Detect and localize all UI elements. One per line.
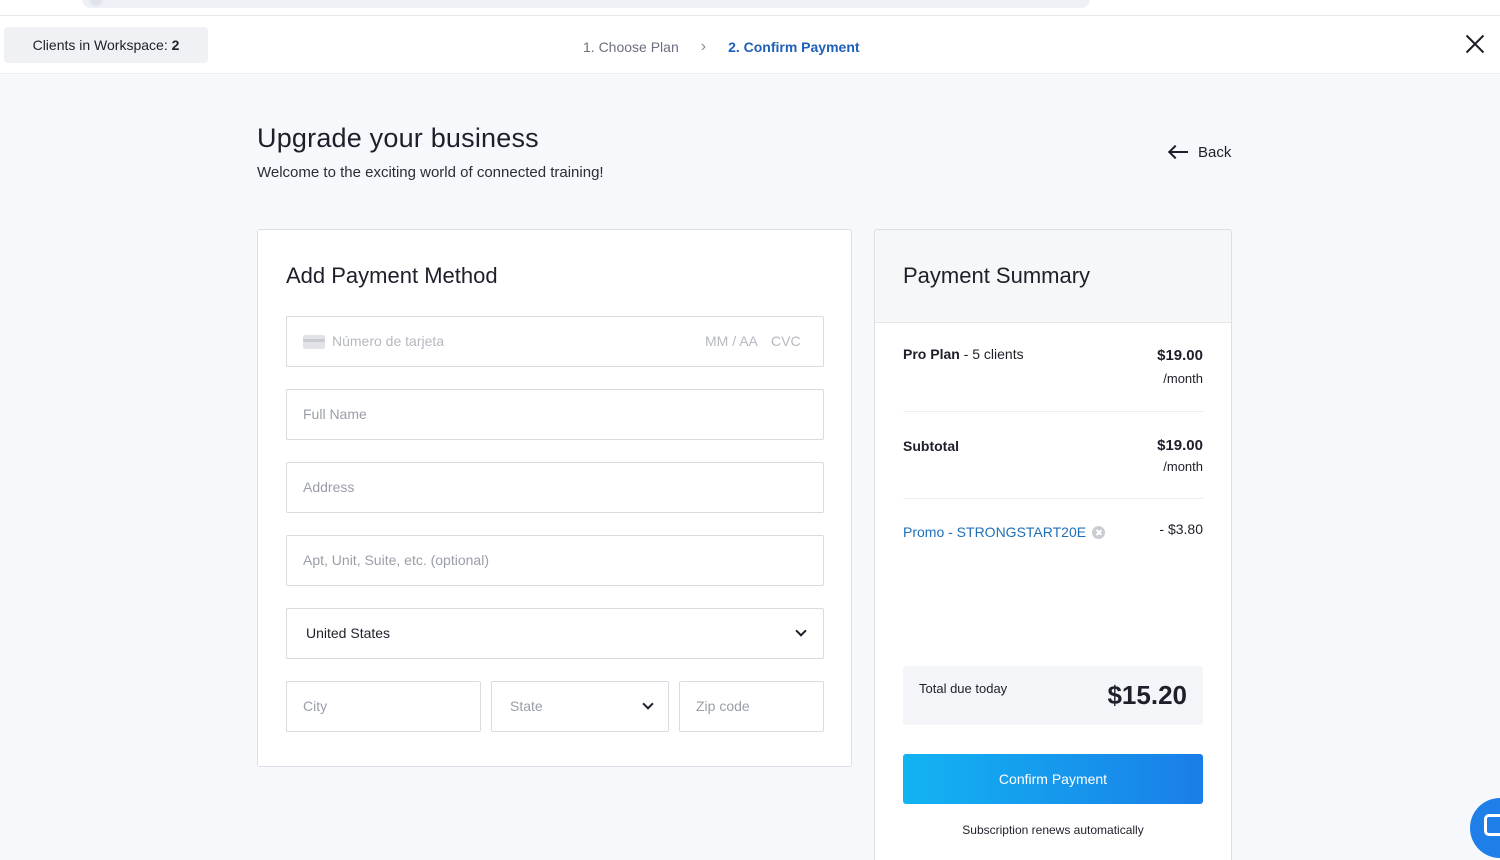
promo-label: Promo - STRONGSTART20E [903,524,1087,540]
subtotal-label: Subtotal [903,438,959,454]
country-select[interactable]: United States [286,608,824,659]
back-button[interactable]: Back [1168,143,1231,161]
full-name-placeholder: Full Name [303,406,367,422]
address-placeholder: Address [303,479,355,495]
payment-method-title: Add Payment Method [286,263,498,288]
plan-period: /month [1163,371,1203,386]
step-choose-plan[interactable]: 1. Choose Plan [583,39,679,55]
total-box: Total due today $15.20 [903,666,1203,725]
step-confirm-payment[interactable]: 2. Confirm Payment [728,39,859,55]
arrow-left-icon [1168,145,1188,159]
plan-price: $19.00 [1157,347,1203,364]
chevron-right-icon: › [700,38,707,55]
renew-note: Subscription renews automatically [962,823,1144,837]
total-label: Total due today [919,681,1008,696]
total-amount: $15.20 [1107,680,1187,710]
top-pill [82,0,1090,8]
promo-discount: - $3.80 [1159,521,1203,537]
subtotal-period: /month [1163,459,1203,474]
subtotal-price: $19.00 [1157,437,1203,454]
state-select[interactable]: State [491,681,669,732]
promo-row: Promo - STRONGSTART20E [903,524,1106,540]
address-field[interactable]: Address [286,462,824,513]
pill-dot [90,0,102,6]
card-cvc-placeholder: CVC [771,333,801,349]
back-label: Back [1198,143,1232,161]
chevron-down-icon [795,625,807,637]
divider [903,411,1203,412]
clients-label: Clients in Workspace: [32,37,168,53]
header-bar: Clients in Workspace: 2 1. Choose Plan ›… [0,16,1500,74]
plan-name: Pro Plan [903,346,960,362]
stepper: 1. Choose Plan › 2. Confirm Payment [583,38,860,56]
remove-promo-icon[interactable] [1092,525,1106,539]
apt-field[interactable]: Apt, Unit, Suite, etc. (optional) [286,535,824,586]
plan-row-label: Pro Plan - 5 clients [903,346,1024,362]
zip-field[interactable]: Zip code [679,681,824,732]
payment-summary-card: Payment Summary Pro Plan - 5 clients $19… [874,229,1232,860]
card-expiry-placeholder: MM / AA [705,333,758,349]
summary-header: Payment Summary [875,230,1231,323]
chevron-down-icon [642,698,654,710]
plan-detail: - 5 clients [963,346,1024,362]
credit-card-icon [303,335,325,349]
confirm-payment-button[interactable]: Confirm Payment [903,754,1203,804]
country-value: United States [306,625,391,641]
card-input[interactable]: Número de tarjeta MM / AA CVC [286,316,824,367]
subtotal-label-text: Subtotal [903,438,959,454]
divider [903,498,1203,499]
browser-top-strip [0,0,1500,16]
full-name-field[interactable]: Full Name [286,389,824,440]
apt-placeholder: Apt, Unit, Suite, etc. (optional) [303,552,489,568]
payment-method-card: Add Payment Method Número de tarjeta MM … [257,229,852,767]
close-icon[interactable] [1462,31,1488,57]
card-number-placeholder: Número de tarjeta [332,333,445,349]
page-subtitle: Welcome to the exciting world of connect… [257,164,604,181]
city-placeholder: City [303,698,328,714]
state-placeholder: State [510,698,543,714]
zip-placeholder: Zip code [696,698,750,714]
summary-title: Payment Summary [903,263,1091,288]
clients-count: 2 [171,37,180,53]
city-field[interactable]: City [286,681,481,732]
clients-badge: Clients in Workspace: 2 [4,27,208,63]
chat-icon [1484,814,1500,836]
page-title: Upgrade your business [257,123,539,153]
chat-widget-button[interactable] [1470,798,1500,858]
